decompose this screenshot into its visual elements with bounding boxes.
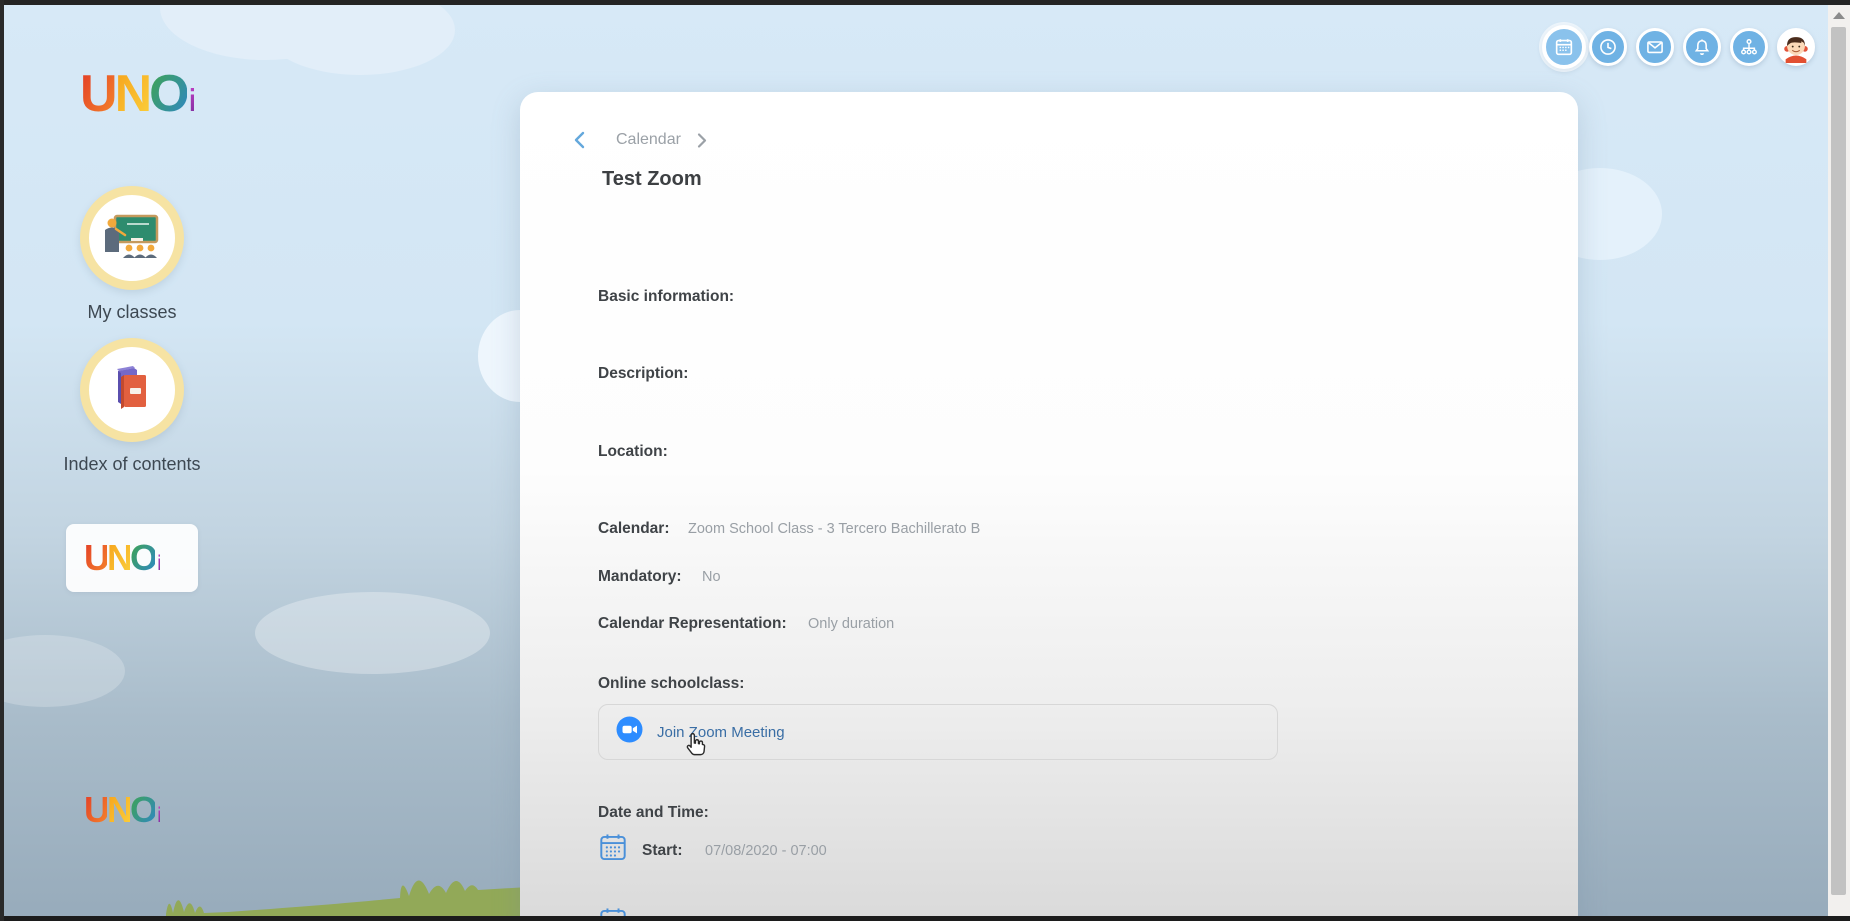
- scrollbar-track[interactable]: [1828, 5, 1850, 916]
- grass-decoration: [138, 858, 578, 921]
- cloud-shape: [255, 592, 490, 674]
- calendar-date-icon: [598, 832, 628, 869]
- start-label: Start:: [642, 842, 697, 860]
- start-datetime-row: Start: 07/08/2020 - 07:00: [598, 832, 827, 869]
- letterbox-left: [0, 0, 4, 921]
- sitemap-icon[interactable]: [1730, 28, 1768, 66]
- start-value: 07/08/2020 - 07:00: [705, 843, 827, 859]
- field-value-calendar: Zoom School Class - 3 Tercero Bachillera…: [688, 521, 980, 537]
- field-label-date-and-time: Date and Time:: [598, 804, 709, 822]
- sidebar-item-label: Index of contents: [57, 454, 207, 475]
- zoom-camera-icon: [616, 716, 643, 748]
- join-zoom-meeting-label: Join Zoom Meeting: [657, 724, 785, 741]
- cloud-shape: [0, 635, 125, 707]
- sidebar-item-index-of-contents[interactable]: Index of contents: [57, 338, 207, 475]
- scrollbar-up-arrow[interactable]: [1833, 12, 1845, 19]
- letterbox-bottom: [0, 916, 1850, 921]
- unoi-logo-decorative: UNOi: [84, 792, 160, 828]
- field-value-calendar-representation: Only duration: [808, 616, 894, 632]
- field-label-calendar: Calendar:: [598, 520, 670, 538]
- letterbox-top: [0, 0, 1850, 5]
- unoi-logo-decorative: UNOi: [84, 540, 160, 576]
- field-label-basic-information: Basic information:: [598, 288, 734, 306]
- field-label-online-schoolclass: Online schoolclass:: [598, 675, 744, 693]
- scrollbar-thumb[interactable]: [1831, 27, 1846, 895]
- calendar-icon[interactable]: [1542, 25, 1586, 69]
- field-value-mandatory: No: [702, 569, 721, 585]
- profile-avatar[interactable]: [1777, 28, 1815, 66]
- sidebar-item-label: My classes: [57, 302, 207, 323]
- field-label-calendar-representation: Calendar Representation:: [598, 615, 787, 633]
- field-label-description: Description:: [598, 365, 688, 383]
- field-label-location: Location:: [598, 443, 668, 461]
- clock-icon[interactable]: [1589, 28, 1627, 66]
- unoi-logo[interactable]: UNOi: [80, 68, 194, 120]
- app-window: UNOi UNOi UNOi My classes: [0, 0, 1850, 921]
- breadcrumb-forward-chevron-icon[interactable]: [695, 132, 708, 149]
- breadcrumb-back-chevron-icon[interactable]: [572, 130, 588, 150]
- my-classes-icon: [80, 186, 184, 290]
- page-title: Test Zoom: [602, 168, 702, 191]
- field-label-mandatory: Mandatory:: [598, 568, 682, 586]
- mouse-cursor-hand: [682, 732, 708, 765]
- index-of-contents-icon: [80, 338, 184, 442]
- sidebar-item-my-classes[interactable]: My classes: [57, 186, 207, 323]
- notifications-bell-icon[interactable]: [1683, 28, 1721, 66]
- breadcrumb: Calendar: [572, 130, 708, 150]
- event-detail-card: Calendar Test Zoom Basic information: De…: [520, 92, 1578, 921]
- mail-icon[interactable]: [1636, 28, 1674, 66]
- breadcrumb-calendar-link[interactable]: Calendar: [616, 131, 681, 149]
- cloud-shape: [265, 0, 455, 75]
